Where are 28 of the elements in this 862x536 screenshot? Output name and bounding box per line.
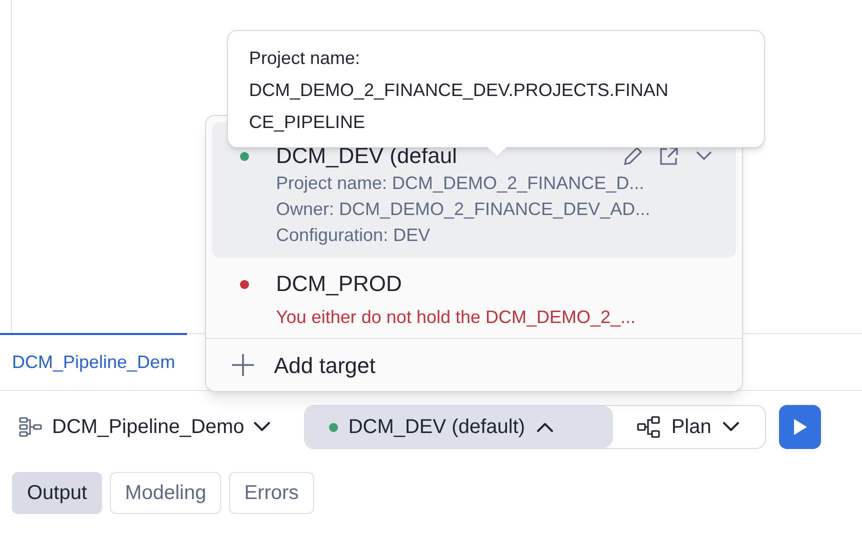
pencil-icon[interactable] (622, 145, 644, 167)
tooltip-text: DCM_DEMO_2_FINANCE_DEV.PROJECTS.FINAN (249, 79, 670, 102)
chevron-up-icon (535, 421, 556, 433)
output-tab[interactable]: Modeling (110, 472, 222, 514)
project-selector[interactable]: DCM_Pipeline_Demo (18, 405, 284, 449)
tooltip-text: Project name: (249, 47, 362, 70)
add-target-button[interactable]: Add target (212, 339, 376, 391)
play-icon (792, 418, 808, 436)
output-tab[interactable]: Output (12, 472, 102, 514)
chevron-down-icon[interactable] (694, 150, 714, 162)
export-icon[interactable] (658, 145, 680, 167)
plan-button[interactable]: Plan (613, 406, 766, 448)
target-detail: Project name: DCM_DEMO_2_FINANCE_D... (276, 172, 646, 195)
target-selector[interactable]: DCM_DEV (default) (305, 406, 614, 448)
target-item[interactable]: DCM_PROD You either do not hold the DCM_DEMO_2_... (212, 258, 736, 338)
run-button[interactable] (779, 405, 822, 449)
chevron-down-icon (252, 421, 272, 433)
target-name: DCM_PROD (276, 270, 402, 298)
plus-icon (230, 352, 256, 378)
hierarchy-icon (18, 416, 44, 438)
editor-tab[interactable]: DCM_Pipeline_Dem (0, 333, 188, 390)
target-name: DCM_DEV (defaul (276, 142, 457, 170)
target-detail: Owner: DCM_DEMO_2_FINANCE_DEV_AD... (276, 198, 652, 221)
chevron-down-icon (721, 421, 742, 433)
flow-icon (637, 416, 662, 438)
target-detail: Configuration: DEV (276, 224, 432, 247)
output-tab[interactable]: Errors (229, 472, 314, 514)
error-message: You either do not hold the DCM_DEMO_2_... (276, 306, 637, 329)
